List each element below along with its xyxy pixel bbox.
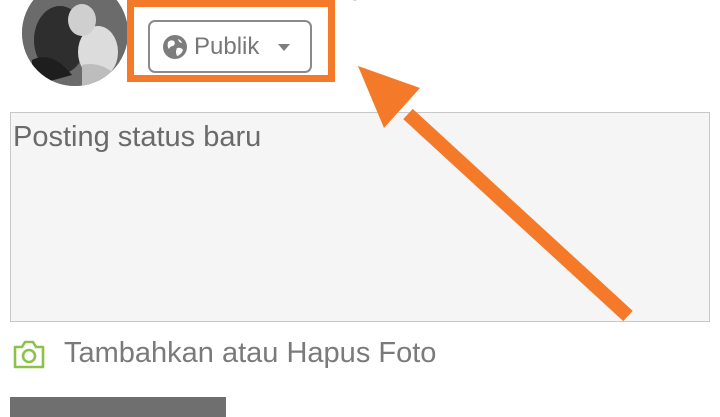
photo-action-label: Tambahkan atau Hapus Foto	[64, 337, 437, 369]
avatar[interactable]	[22, 0, 128, 86]
status-input[interactable]: Posting status baru	[10, 112, 710, 322]
privacy-selector-button[interactable]: Publik	[148, 20, 312, 73]
privacy-label: Publik	[194, 32, 260, 60]
add-remove-photo-button[interactable]: Tambahkan atau Hapus Foto	[12, 337, 436, 370]
caret-down-icon	[278, 43, 291, 51]
camera-icon	[13, 340, 45, 368]
avatar-photo	[22, 0, 128, 86]
status-placeholder: Posting status baru	[13, 121, 262, 153]
globe-icon	[163, 34, 187, 59]
post-button[interactable]	[10, 397, 226, 417]
